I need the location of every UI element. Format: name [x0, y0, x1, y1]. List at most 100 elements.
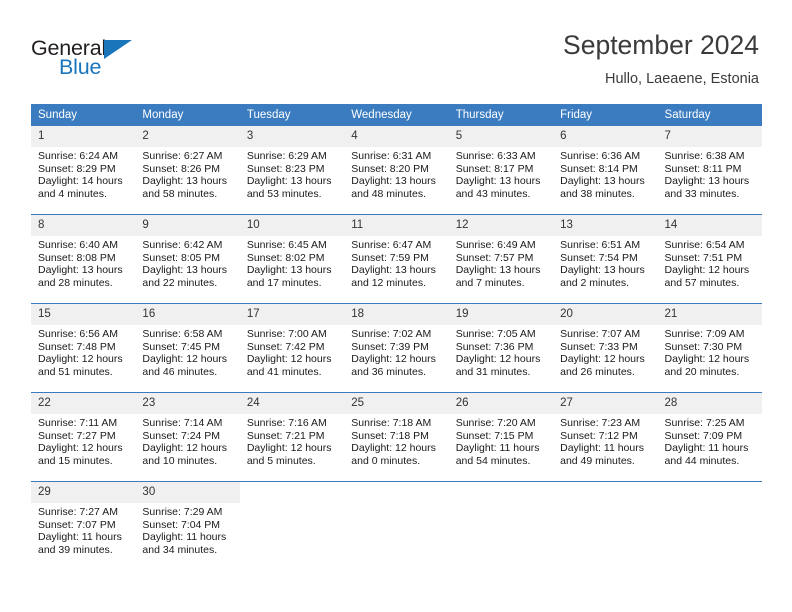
day-details: Sunrise: 7:00 AM Sunset: 7:42 PM Daylight:…: [240, 325, 344, 378]
day-number: 1: [31, 126, 136, 147]
day-cell-inner: 13 Sunrise: 6:51 AM Sunset: 7:54 PM Dayligh…: [553, 215, 658, 303]
day-number: 29: [31, 482, 136, 503]
calendar-day-cell[interactable]: 6 Sunrise: 6:36 AM Sunset: 8:14 PM Daylight…: [553, 126, 658, 215]
sunset-time: Sunset: 7:21 PM: [246, 429, 325, 442]
daylight-duration-line2: and 28 minutes.: [38, 276, 113, 289]
weekday-header-tuesday: Tuesday: [239, 104, 345, 126]
day-number: 5: [448, 126, 554, 147]
sunrise-time: Sunrise: 6:54 AM: [664, 239, 745, 251]
calendar-day-cell[interactable]: 18 Sunrise: 7:02 AM Sunset: 7:39 PM Dayligh…: [344, 303, 449, 393]
day-number: 12: [448, 215, 554, 236]
daylight-duration-line1: Daylight: 12 hours: [38, 353, 123, 366]
daylight-duration-line1: Daylight: 12 hours: [664, 353, 750, 366]
sunrise-time: Sunrise: 7:25 AM: [664, 417, 745, 429]
day-cell-inner: 14 Sunrise: 6:54 AM Sunset: 7:51 PM Dayligh…: [657, 215, 762, 303]
calendar-day-cell[interactable]: 19 Sunrise: 7:05 AM Sunset: 7:36 PM Dayligh…: [448, 303, 554, 393]
calendar-day-cell[interactable]: 10 Sunrise: 6:45 AM Sunset: 8:02 PM Dayligh…: [239, 214, 345, 304]
calendar-day-cell[interactable]: 8 Sunrise: 6:40 AM Sunset: 8:08 PM Daylight…: [31, 214, 136, 304]
calendar-day-cell[interactable]: 11 Sunrise: 6:47 AM Sunset: 7:59 PM Dayligh…: [344, 214, 449, 304]
day-cell-inner: 20 Sunrise: 7:07 AM Sunset: 7:33 PM Dayligh…: [553, 304, 658, 392]
sunrise-time: Sunrise: 7:00 AM: [246, 328, 327, 340]
calendar-day-cell[interactable]: 29 Sunrise: 7:27 AM Sunset: 7:07 PM Dayligh…: [31, 481, 136, 570]
day-number: 15: [31, 304, 136, 325]
day-details: Sunrise: 7:16 AM Sunset: 7:21 PM Daylight:…: [240, 414, 344, 467]
calendar-day-cell[interactable]: 14 Sunrise: 6:54 AM Sunset: 7:51 PM Dayligh…: [657, 214, 762, 304]
calendar-day-cell[interactable]: 17 Sunrise: 7:00 AM Sunset: 7:42 PM Dayligh…: [239, 303, 345, 393]
day-details: Sunrise: 7:09 AM Sunset: 7:30 PM Daylight:…: [658, 325, 762, 378]
calendar-week-row: 8 Sunrise: 6:40 AM Sunset: 8:08 PM Daylight…: [31, 214, 762, 304]
daylight-duration-line2: and 57 minutes.: [664, 276, 740, 289]
sunrise-time: Sunrise: 6:49 AM: [455, 239, 536, 251]
day-cell-inner: 5 Sunrise: 6:33 AM Sunset: 8:17 PM Daylight…: [448, 126, 554, 214]
sunrise-time: Sunrise: 7:16 AM: [246, 417, 327, 429]
calendar-empty-cell: [553, 481, 658, 570]
sunset-time: Sunset: 7:33 PM: [560, 340, 638, 353]
calendar-day-cell[interactable]: 1 Sunrise: 6:24 AM Sunset: 8:29 PM Daylight…: [31, 126, 136, 215]
calendar-day-cell[interactable]: 16 Sunrise: 6:58 AM Sunset: 7:45 PM Dayligh…: [135, 303, 240, 393]
calendar-week-row: 22 Sunrise: 7:11 AM Sunset: 7:27 PM Dayligh…: [31, 392, 762, 482]
day-cell-inner: [657, 482, 762, 570]
daylight-duration-line2: and 36 minutes.: [351, 365, 426, 378]
calendar-day-cell[interactable]: 3 Sunrise: 6:29 AM Sunset: 8:23 PM Daylight…: [239, 126, 345, 215]
calendar-day-cell[interactable]: 5 Sunrise: 6:33 AM Sunset: 8:17 PM Daylight…: [448, 126, 554, 215]
sunrise-time: Sunrise: 6:47 AM: [351, 239, 432, 251]
calendar-day-cell[interactable]: 9 Sunrise: 6:42 AM Sunset: 8:05 PM Daylight…: [135, 214, 240, 304]
calendar-empty-cell: [448, 481, 554, 570]
day-cell-inner: 6 Sunrise: 6:36 AM Sunset: 8:14 PM Daylight…: [553, 126, 658, 214]
day-cell-inner: 4 Sunrise: 6:31 AM Sunset: 8:20 PM Daylight…: [344, 126, 449, 214]
calendar-day-cell[interactable]: 24 Sunrise: 7:16 AM Sunset: 7:21 PM Dayligh…: [239, 392, 345, 482]
day-details: Sunrise: 7:14 AM Sunset: 7:24 PM Daylight:…: [135, 414, 239, 467]
sunset-time: Sunset: 8:02 PM: [246, 251, 325, 264]
sunset-time: Sunset: 7:42 PM: [246, 340, 325, 353]
title-block: September 2024 Hullo, Laeaene, Estonia: [563, 28, 759, 90]
sunset-time: Sunset: 8:05 PM: [142, 251, 221, 264]
day-details: [344, 503, 448, 506]
calendar-day-cell[interactable]: 12 Sunrise: 6:49 AM Sunset: 7:57 PM Dayligh…: [448, 214, 554, 304]
daylight-duration-line2: and 17 minutes.: [246, 276, 322, 289]
calendar-day-cell[interactable]: 30 Sunrise: 7:29 AM Sunset: 7:04 PM Dayligh…: [135, 481, 240, 570]
daylight-duration-line2: and 26 minutes.: [560, 365, 635, 378]
page-header: General Blue September 2024 Hullo, Laeae…: [0, 0, 792, 100]
day-number: 9: [135, 215, 240, 236]
calendar-day-cell[interactable]: 23 Sunrise: 7:14 AM Sunset: 7:24 PM Dayligh…: [135, 392, 240, 482]
daylight-duration-line1: Daylight: 11 hours: [560, 442, 644, 455]
daylight-duration-line2: and 22 minutes.: [142, 276, 218, 289]
sunrise-time: Sunrise: 6:24 AM: [38, 150, 118, 162]
day-number: [553, 482, 657, 503]
day-details: Sunrise: 6:58 AM Sunset: 7:45 PM Daylight:…: [135, 325, 239, 378]
day-cell-inner: 11 Sunrise: 6:47 AM Sunset: 7:59 PM Dayligh…: [344, 215, 449, 303]
daylight-duration-line2: and 51 minutes.: [38, 365, 113, 378]
calendar-day-cell[interactable]: 22 Sunrise: 7:11 AM Sunset: 7:27 PM Dayligh…: [31, 392, 136, 482]
sunset-time: Sunset: 7:15 PM: [455, 429, 534, 442]
calendar-day-cell[interactable]: 13 Sunrise: 6:51 AM Sunset: 7:54 PM Dayligh…: [553, 214, 658, 304]
daylight-duration-line2: and 43 minutes.: [455, 187, 531, 200]
calendar-day-cell[interactable]: 28 Sunrise: 7:25 AM Sunset: 7:09 PM Dayligh…: [657, 392, 762, 482]
day-number: [240, 482, 344, 503]
calendar-body: 1 Sunrise: 6:24 AM Sunset: 8:29 PM Daylight…: [31, 126, 762, 570]
general-blue-logo[interactable]: General Blue: [31, 36, 211, 84]
day-details: [449, 503, 553, 506]
day-details: Sunrise: 6:42 AM Sunset: 8:05 PM Daylight:…: [135, 236, 239, 289]
day-cell-inner: 16 Sunrise: 6:58 AM Sunset: 7:45 PM Dayligh…: [135, 304, 240, 392]
calendar-day-cell[interactable]: 15 Sunrise: 6:56 AM Sunset: 7:48 PM Dayligh…: [31, 303, 136, 393]
calendar-day-cell[interactable]: 25 Sunrise: 7:18 AM Sunset: 7:18 PM Dayligh…: [344, 392, 449, 482]
calendar-day-cell[interactable]: 2 Sunrise: 6:27 AM Sunset: 8:26 PM Daylight…: [135, 126, 240, 215]
daylight-duration-line2: and 12 minutes.: [351, 276, 426, 289]
sunrise-time: Sunrise: 6:40 AM: [38, 239, 118, 251]
calendar-week-row: 29 Sunrise: 7:27 AM Sunset: 7:07 PM Dayligh…: [31, 481, 762, 570]
weekday-header-thursday: Thursday: [448, 104, 554, 126]
day-details: Sunrise: 7:29 AM Sunset: 7:04 PM Daylight:…: [135, 503, 239, 556]
day-number: [658, 482, 762, 503]
month-calendar-table: Sunday Monday Tuesday Wednesday Thursday…: [31, 104, 762, 570]
sunset-time: Sunset: 8:20 PM: [351, 162, 429, 175]
day-details: Sunrise: 6:49 AM Sunset: 7:57 PM Daylight:…: [449, 236, 553, 289]
calendar-day-cell[interactable]: 4 Sunrise: 6:31 AM Sunset: 8:20 PM Daylight…: [344, 126, 449, 215]
calendar-day-cell[interactable]: 20 Sunrise: 7:07 AM Sunset: 7:33 PM Dayligh…: [553, 303, 658, 393]
calendar-day-cell[interactable]: 27 Sunrise: 7:23 AM Sunset: 7:12 PM Dayligh…: [553, 392, 658, 482]
calendar-day-cell[interactable]: 7 Sunrise: 6:38 AM Sunset: 8:11 PM Daylight…: [657, 126, 762, 215]
calendar-day-cell[interactable]: 21 Sunrise: 7:09 AM Sunset: 7:30 PM Dayligh…: [657, 303, 762, 393]
sunset-time: Sunset: 7:07 PM: [38, 518, 116, 531]
daylight-duration-line2: and 38 minutes.: [560, 187, 635, 200]
sunrise-time: Sunrise: 6:42 AM: [142, 239, 223, 251]
calendar-day-cell[interactable]: 26 Sunrise: 7:20 AM Sunset: 7:15 PM Dayligh…: [448, 392, 554, 482]
